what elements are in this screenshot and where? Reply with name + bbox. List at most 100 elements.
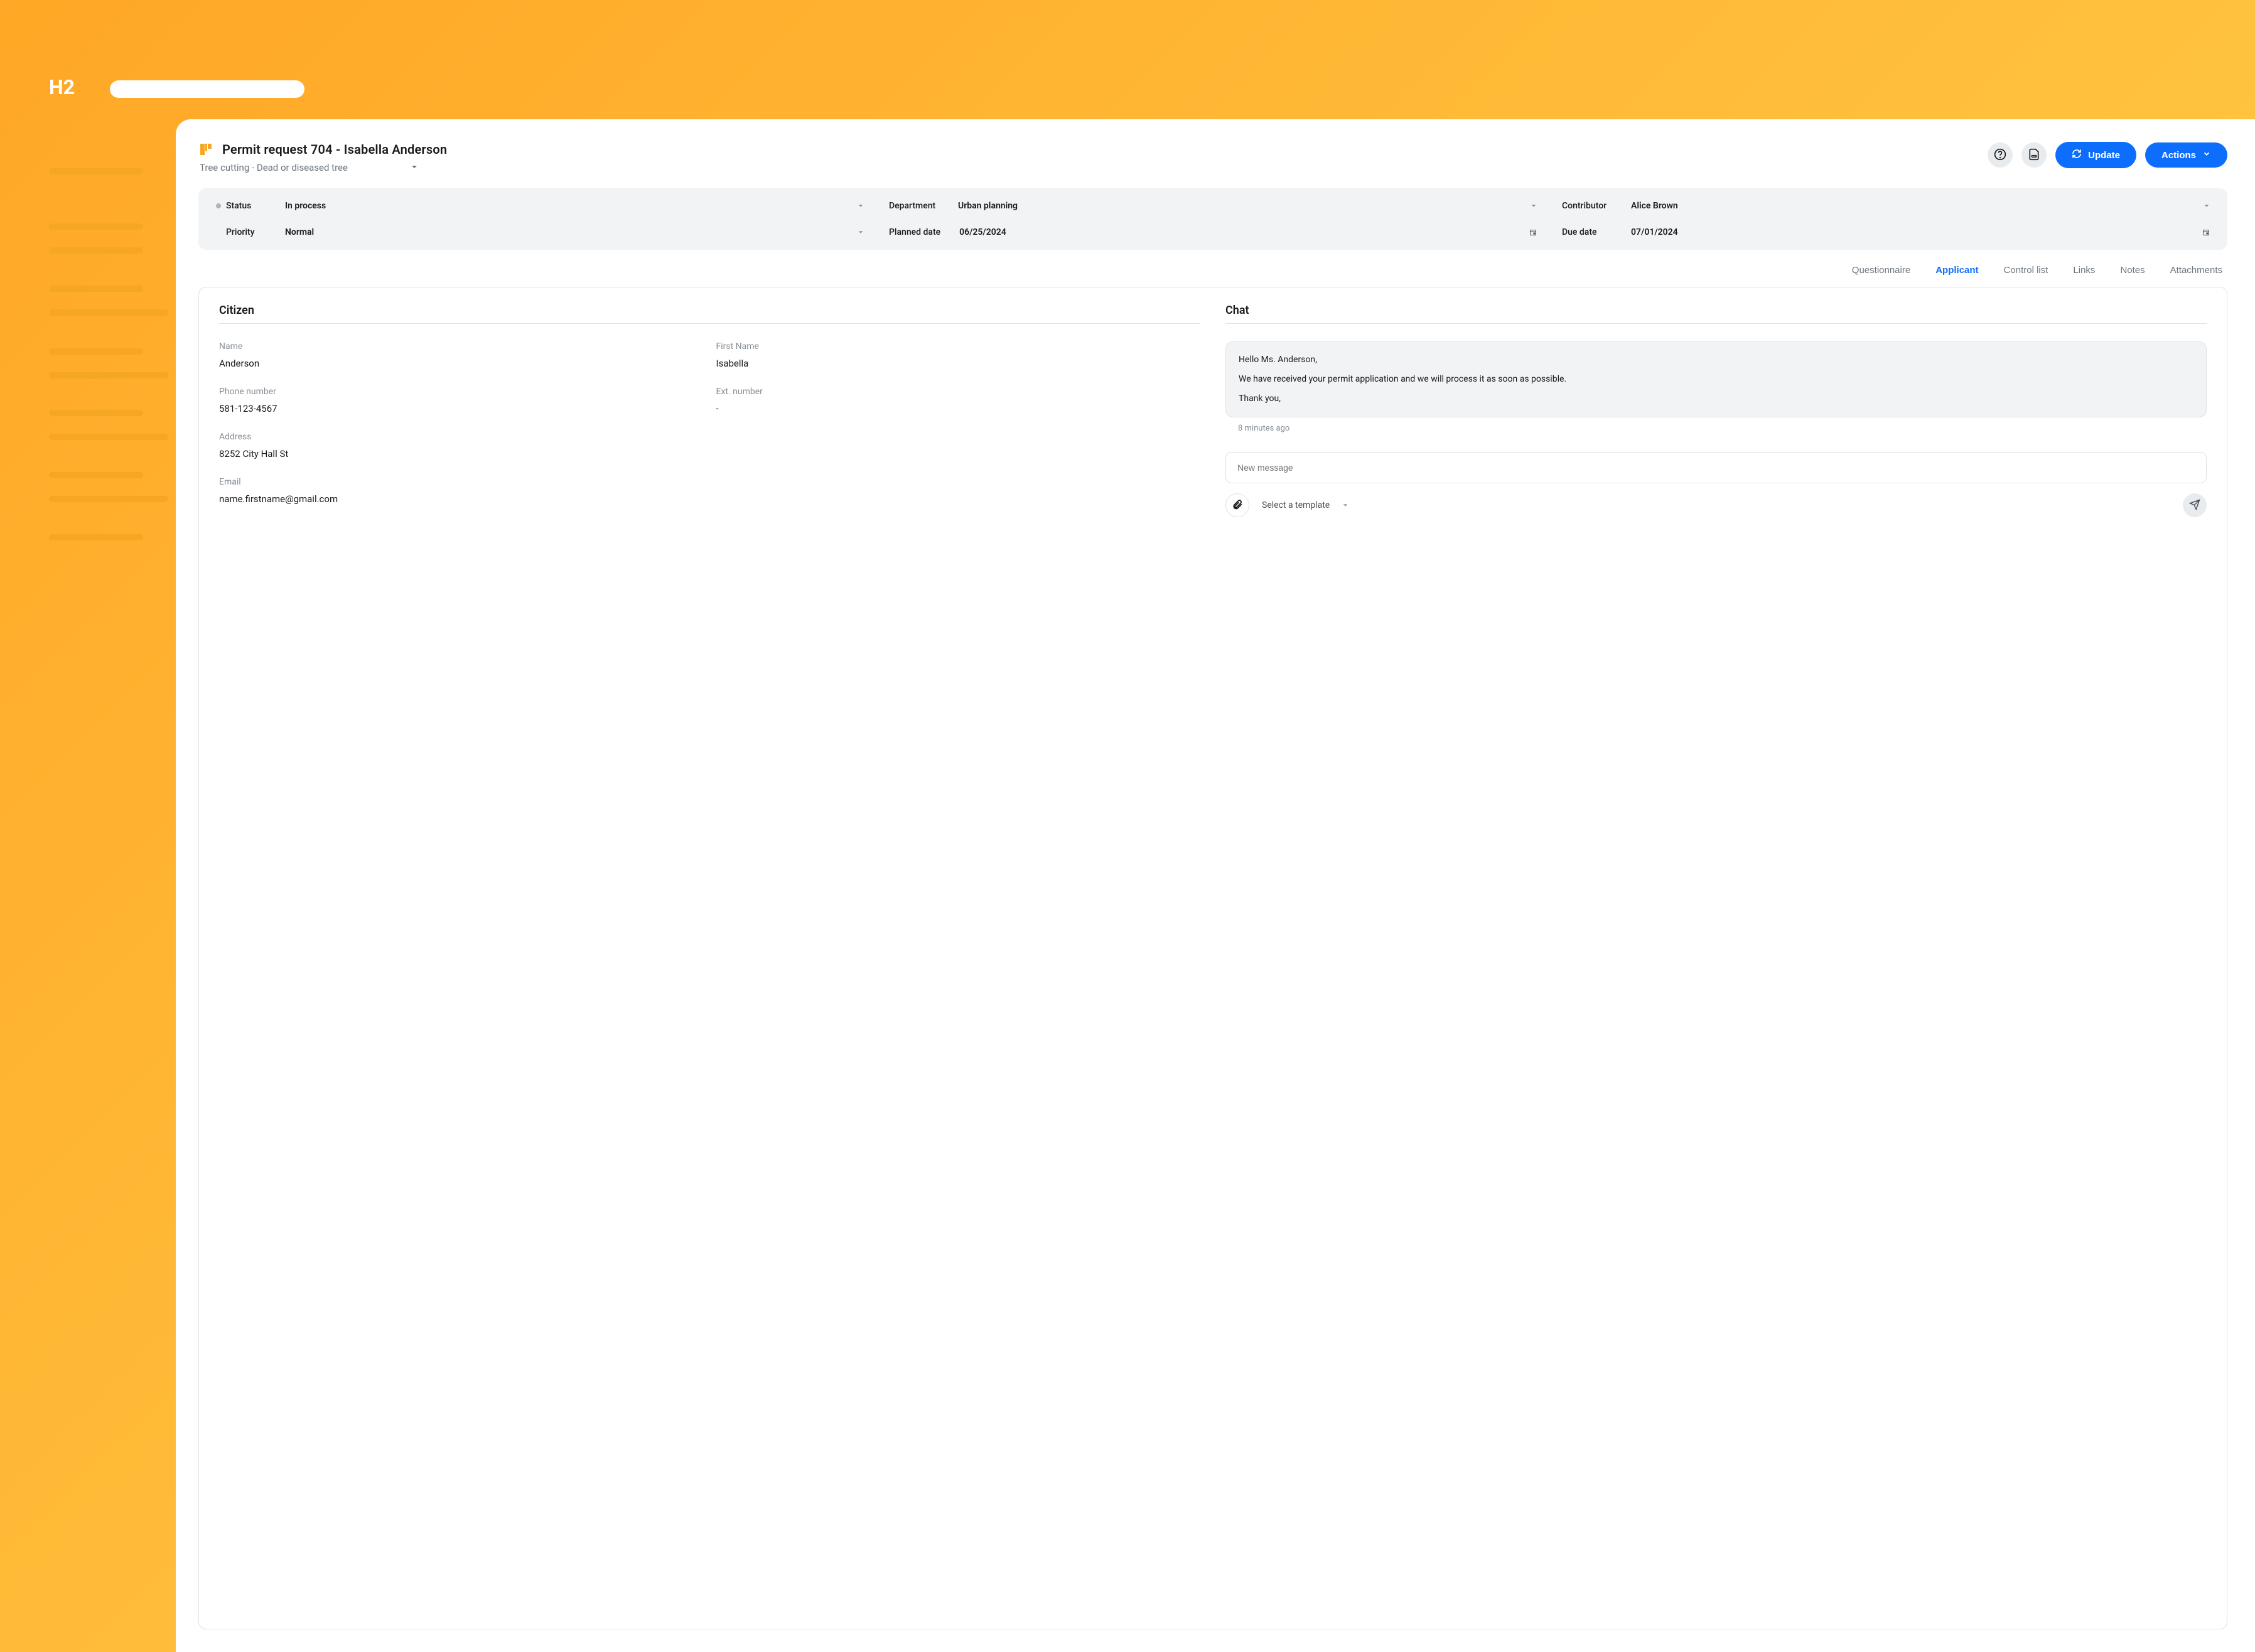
tabs-nav: Questionnaire Applicant Control list Lin… xyxy=(198,261,2227,284)
header-actions: PDF Update Actions xyxy=(1988,142,2227,168)
meta-planned-date: Planned date 06/25/2024 xyxy=(889,227,1537,237)
chevron-down-icon xyxy=(2202,149,2211,161)
field-name: Name Anderson xyxy=(219,341,704,369)
bg-skeleton-line xyxy=(49,223,143,230)
bg-skeleton-line xyxy=(49,534,143,540)
bg-skeleton-line xyxy=(49,410,143,416)
field-value: 8252 City Hall St xyxy=(219,448,1200,459)
bg-skeleton-group xyxy=(49,223,143,271)
contributor-select[interactable]: Alice Brown xyxy=(1631,201,2210,211)
chevron-down-icon xyxy=(2204,203,2210,209)
field-row: Phone number 581-123-4567 Ext. number - xyxy=(219,387,1200,414)
citizen-title: Citizen xyxy=(219,304,1200,317)
help-icon xyxy=(1994,148,2006,163)
bg-separator xyxy=(49,157,175,158)
field-phone: Phone number 581-123-4567 xyxy=(219,387,704,414)
pdf-export-button[interactable]: PDF xyxy=(2021,142,2047,168)
chat-title: Chat xyxy=(1225,304,2207,317)
chevron-down-icon xyxy=(411,162,418,173)
field-row: Address 8252 City Hall St xyxy=(219,432,1200,459)
actions-button[interactable]: Actions xyxy=(2145,142,2227,168)
bg-skeleton-line xyxy=(49,309,168,316)
chevron-down-icon xyxy=(1342,502,1348,508)
bg-skeleton-line xyxy=(49,286,143,292)
section-divider xyxy=(219,323,1200,324)
tab-applicant[interactable]: Applicant xyxy=(1935,265,1978,276)
meta-due-date: Due date 07/01/2024 xyxy=(1562,227,2210,237)
bg-skeleton-line xyxy=(49,434,168,440)
department-select[interactable]: Urban planning xyxy=(958,201,1537,211)
bg-skeleton-line xyxy=(49,372,168,378)
pdf-icon: PDF xyxy=(2028,148,2040,163)
field-first-name: First Name Isabella xyxy=(716,341,1201,369)
bg-skeleton-line xyxy=(49,472,143,478)
main-card: Permit request 704 - Isabella Anderson T… xyxy=(176,119,2255,1652)
template-select-label: Select a template xyxy=(1262,500,1330,510)
send-icon xyxy=(2189,499,2200,512)
bg-skeleton-group xyxy=(49,534,143,558)
actions-label: Actions xyxy=(2161,150,2196,161)
section-divider xyxy=(1225,323,2207,324)
attach-button[interactable] xyxy=(1225,493,1249,517)
bg-pill-placeholder xyxy=(110,80,304,98)
tab-notes[interactable]: Notes xyxy=(2120,265,2145,276)
meta-priority: Priority Normal xyxy=(216,227,864,237)
chat-message-line: Hello Ms. Anderson, xyxy=(1239,353,2193,367)
priority-select[interactable]: Normal xyxy=(285,227,864,237)
field-value: Isabella xyxy=(716,358,1201,369)
message-input[interactable] xyxy=(1225,452,2207,483)
update-button[interactable]: Update xyxy=(2055,142,2136,168)
bg-skeleton-line xyxy=(49,247,143,254)
meta-department: Department Urban planning xyxy=(889,201,1537,211)
tab-control-list[interactable]: Control list xyxy=(2004,265,2048,276)
chat-section: Chat Hello Ms. Anderson, We have receive… xyxy=(1225,304,2207,1612)
template-select[interactable]: Select a template xyxy=(1262,500,1348,510)
subtitle-dropdown[interactable]: Tree cutting - Dead or diseased tree xyxy=(198,162,447,173)
field-address: Address 8252 City Hall St xyxy=(219,432,1200,459)
due-date-input[interactable]: 07/01/2024 xyxy=(1631,227,2210,237)
bg-heading-label: H2 xyxy=(49,75,75,99)
bg-skeleton-group xyxy=(49,286,168,333)
status-select[interactable]: In process xyxy=(285,201,864,211)
bg-skeleton-group xyxy=(49,410,168,458)
meta-panel: Status In process Department Urban plann… xyxy=(198,188,2227,250)
chat-timestamp: 8 minutes ago xyxy=(1238,424,2207,433)
meta-due-date-label: Due date xyxy=(1562,227,1612,237)
bg-skeleton-line xyxy=(49,168,143,174)
calendar-icon xyxy=(2202,228,2210,236)
paperclip-icon xyxy=(1232,499,1243,512)
bg-skeleton-group xyxy=(49,168,143,192)
meta-contributor-label: Contributor xyxy=(1562,201,1612,211)
chevron-down-icon xyxy=(1531,203,1537,209)
tab-attachments[interactable]: Attachments xyxy=(2170,265,2222,276)
help-button[interactable] xyxy=(1988,142,2013,168)
meta-department-label: Department xyxy=(889,201,939,211)
chat-message-line: We have received your permit application… xyxy=(1239,373,2193,386)
send-button[interactable] xyxy=(2183,493,2207,517)
bg-skeleton-group xyxy=(49,348,168,396)
field-row: Email name.firstname@gmail.com xyxy=(219,477,1200,505)
meta-status-label: Status xyxy=(216,201,266,211)
citizen-section: Citizen Name Anderson First Name Isabell… xyxy=(219,304,1200,1612)
field-value: name.firstname@gmail.com xyxy=(219,493,1200,505)
bg-skeleton-group xyxy=(49,472,168,520)
field-email: Email name.firstname@gmail.com xyxy=(219,477,1200,505)
subtitle-text: Tree cutting - Dead or diseased tree xyxy=(200,162,348,173)
meta-priority-label: Priority xyxy=(216,227,266,237)
field-row: Name Anderson First Name Isabella xyxy=(219,341,1200,369)
bg-skeleton-line xyxy=(49,348,143,355)
card-header: Permit request 704 - Isabella Anderson T… xyxy=(198,142,2227,173)
status-dot-icon xyxy=(216,203,221,208)
chat-message: Hello Ms. Anderson, We have received you… xyxy=(1225,341,2207,417)
permit-icon xyxy=(198,142,213,157)
svg-text:PDF: PDF xyxy=(2032,155,2036,158)
content-panel: Citizen Name Anderson First Name Isabell… xyxy=(198,287,2227,1629)
refresh-icon xyxy=(2072,149,2082,161)
planned-date-input[interactable]: 06/25/2024 xyxy=(959,227,1537,237)
update-label: Update xyxy=(2088,150,2120,161)
chat-message-line: Thank you, xyxy=(1239,392,2193,405)
tab-links[interactable]: Links xyxy=(2073,265,2095,276)
tab-questionnaire[interactable]: Questionnaire xyxy=(1852,265,1910,276)
field-label: Phone number xyxy=(219,387,704,397)
chevron-down-icon xyxy=(858,229,864,235)
